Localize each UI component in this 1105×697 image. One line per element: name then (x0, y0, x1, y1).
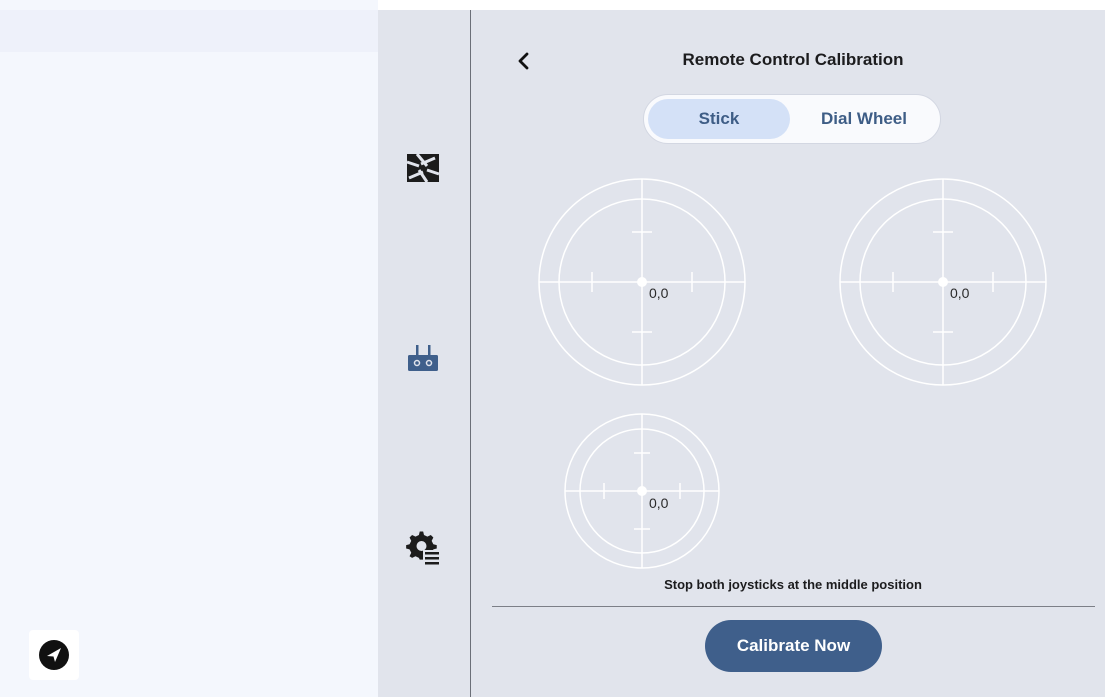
camera-aperture-icon (406, 153, 440, 183)
right-stick-dot (938, 277, 948, 287)
dial-wheel-value: 0,0 (649, 495, 669, 511)
sidebar-item-settings[interactable] (403, 528, 443, 568)
left-stick-gauge (538, 178, 746, 386)
settings-gear-list-icon (406, 531, 440, 565)
tab-dial-wheel[interactable]: Dial Wheel (792, 99, 936, 139)
dial-wheel-gauge (564, 413, 720, 569)
instruction-text: Stop both joysticks at the middle positi… (664, 577, 922, 592)
back-button[interactable] (509, 46, 539, 76)
divider (492, 606, 1095, 607)
navigation-arrow-button[interactable] (29, 630, 79, 680)
right-stick-gauge (839, 178, 1047, 386)
dial-wheel-dot (637, 486, 647, 496)
sidebar-item-remote[interactable] (403, 338, 443, 378)
navigation-arrow-icon (39, 640, 69, 670)
mode-segmented-control: Stick Dial Wheel (643, 94, 941, 144)
left-stick-dot (637, 277, 647, 287)
chevron-left-icon (518, 52, 529, 70)
calibrate-now-button[interactable]: Calibrate Now (705, 620, 882, 672)
left-pane (0, 0, 378, 697)
sidebar-item-camera[interactable] (403, 148, 443, 188)
remote-controller-icon (408, 345, 438, 371)
left-stick-value: 0,0 (649, 285, 669, 301)
tab-stick[interactable]: Stick (648, 99, 790, 139)
left-top-bar (0, 10, 378, 52)
right-stick-value: 0,0 (950, 285, 970, 301)
page-title: Remote Control Calibration (682, 50, 904, 69)
